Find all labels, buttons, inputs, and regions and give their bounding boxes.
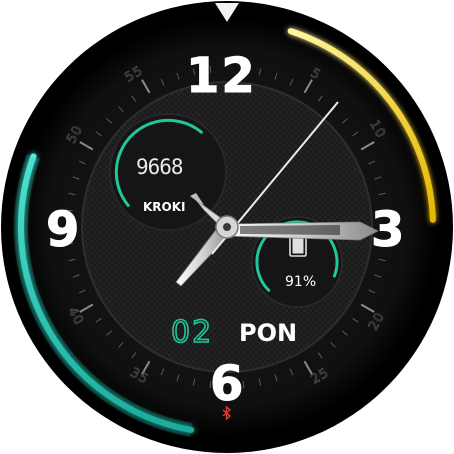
hour-marker-9: 9 xyxy=(45,202,82,258)
hour-marker-12: 12 xyxy=(186,48,257,104)
steps-value: 9668 xyxy=(136,155,184,179)
steps-label: KROKI xyxy=(143,200,186,214)
center-pin xyxy=(223,223,231,231)
battery-value: 91% xyxy=(285,274,317,290)
date-weekday: PON xyxy=(239,319,298,347)
watch-face: 12 3 6 9 5 10 20 25 35 40 50 55 9668 KRO… xyxy=(0,0,454,454)
hour-marker-6: 6 xyxy=(209,356,246,412)
hour-marker-3: 3 xyxy=(370,202,407,258)
date-day: 02 xyxy=(170,315,214,350)
